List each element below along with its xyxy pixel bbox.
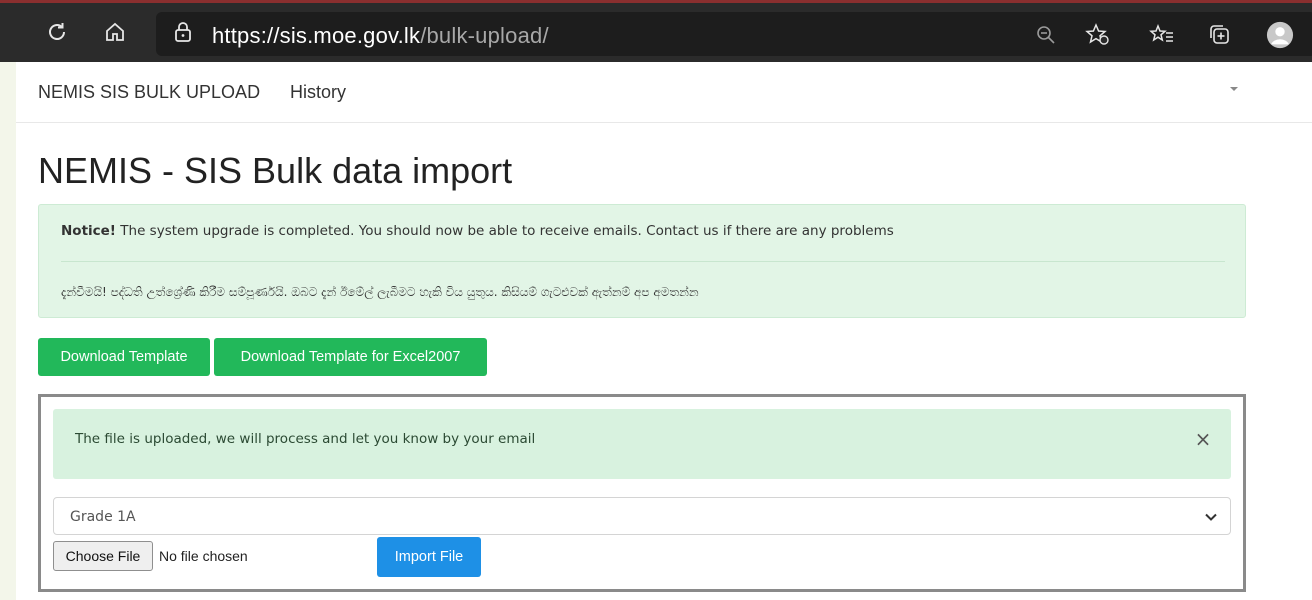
grade-select-value: Grade 1A xyxy=(70,509,136,525)
download-template-excel-button[interactable]: Download Template for Excel2007 xyxy=(214,338,487,376)
url-path: /bulk-upload/ xyxy=(420,23,549,48)
notice-label: Notice! xyxy=(61,223,116,239)
page-title: NEMIS - SIS Bulk data import xyxy=(38,150,513,191)
favorites-icon[interactable] xyxy=(1148,21,1176,49)
notice-english: Notice! The system upgrade is completed.… xyxy=(61,223,894,239)
download-template-button[interactable]: Download Template xyxy=(38,338,210,376)
reload-icon[interactable] xyxy=(40,15,74,49)
notice-english-text: The system upgrade is completed. You sho… xyxy=(115,223,894,239)
site-navbar: NEMIS SIS BULK UPLOAD History xyxy=(16,62,1312,123)
import-file-button[interactable]: Import File xyxy=(377,537,481,577)
add-favorite-icon[interactable] xyxy=(1084,21,1112,49)
zoom-icon[interactable] xyxy=(1032,21,1060,49)
upload-panel: The file is uploaded, we will process an… xyxy=(38,394,1246,592)
choose-file-button[interactable]: Choose File xyxy=(53,541,153,571)
profile-avatar-icon[interactable] xyxy=(1266,21,1294,49)
page-content: NEMIS SIS BULK UPLOAD History NEMIS - SI… xyxy=(16,62,1312,600)
url-text: https://sis.moe.gov.lk/bulk-upload/ xyxy=(212,23,549,49)
nav-link-history[interactable]: History xyxy=(290,82,346,103)
upload-success-message: The file is uploaded, we will process an… xyxy=(75,431,536,447)
lock-icon[interactable] xyxy=(166,15,200,49)
browser-toolbar: https://sis.moe.gov.lk/bulk-upload/ xyxy=(0,0,1312,62)
notice-sinhala: දැන්වීමයි! පද්ධති උත්ශ්‍රේණි කිරීම සම්පූ… xyxy=(61,285,699,299)
navbar-brand[interactable]: NEMIS SIS BULK UPLOAD xyxy=(38,82,260,103)
notice-alert: Notice! The system upgrade is completed.… xyxy=(38,204,1246,318)
url-host: https://sis.moe.gov.lk xyxy=(212,23,421,48)
close-icon[interactable]: × xyxy=(1193,427,1213,451)
file-status-text: No file chosen xyxy=(159,548,248,564)
chevron-down-icon xyxy=(1205,513,1217,521)
grade-select[interactable]: Grade 1A xyxy=(53,497,1231,535)
home-icon[interactable] xyxy=(98,15,132,49)
dropdown-caret-icon[interactable] xyxy=(1230,87,1238,91)
notice-divider xyxy=(61,261,1225,262)
collections-icon[interactable] xyxy=(1206,21,1234,49)
upload-success-alert: The file is uploaded, we will process an… xyxy=(53,409,1231,479)
